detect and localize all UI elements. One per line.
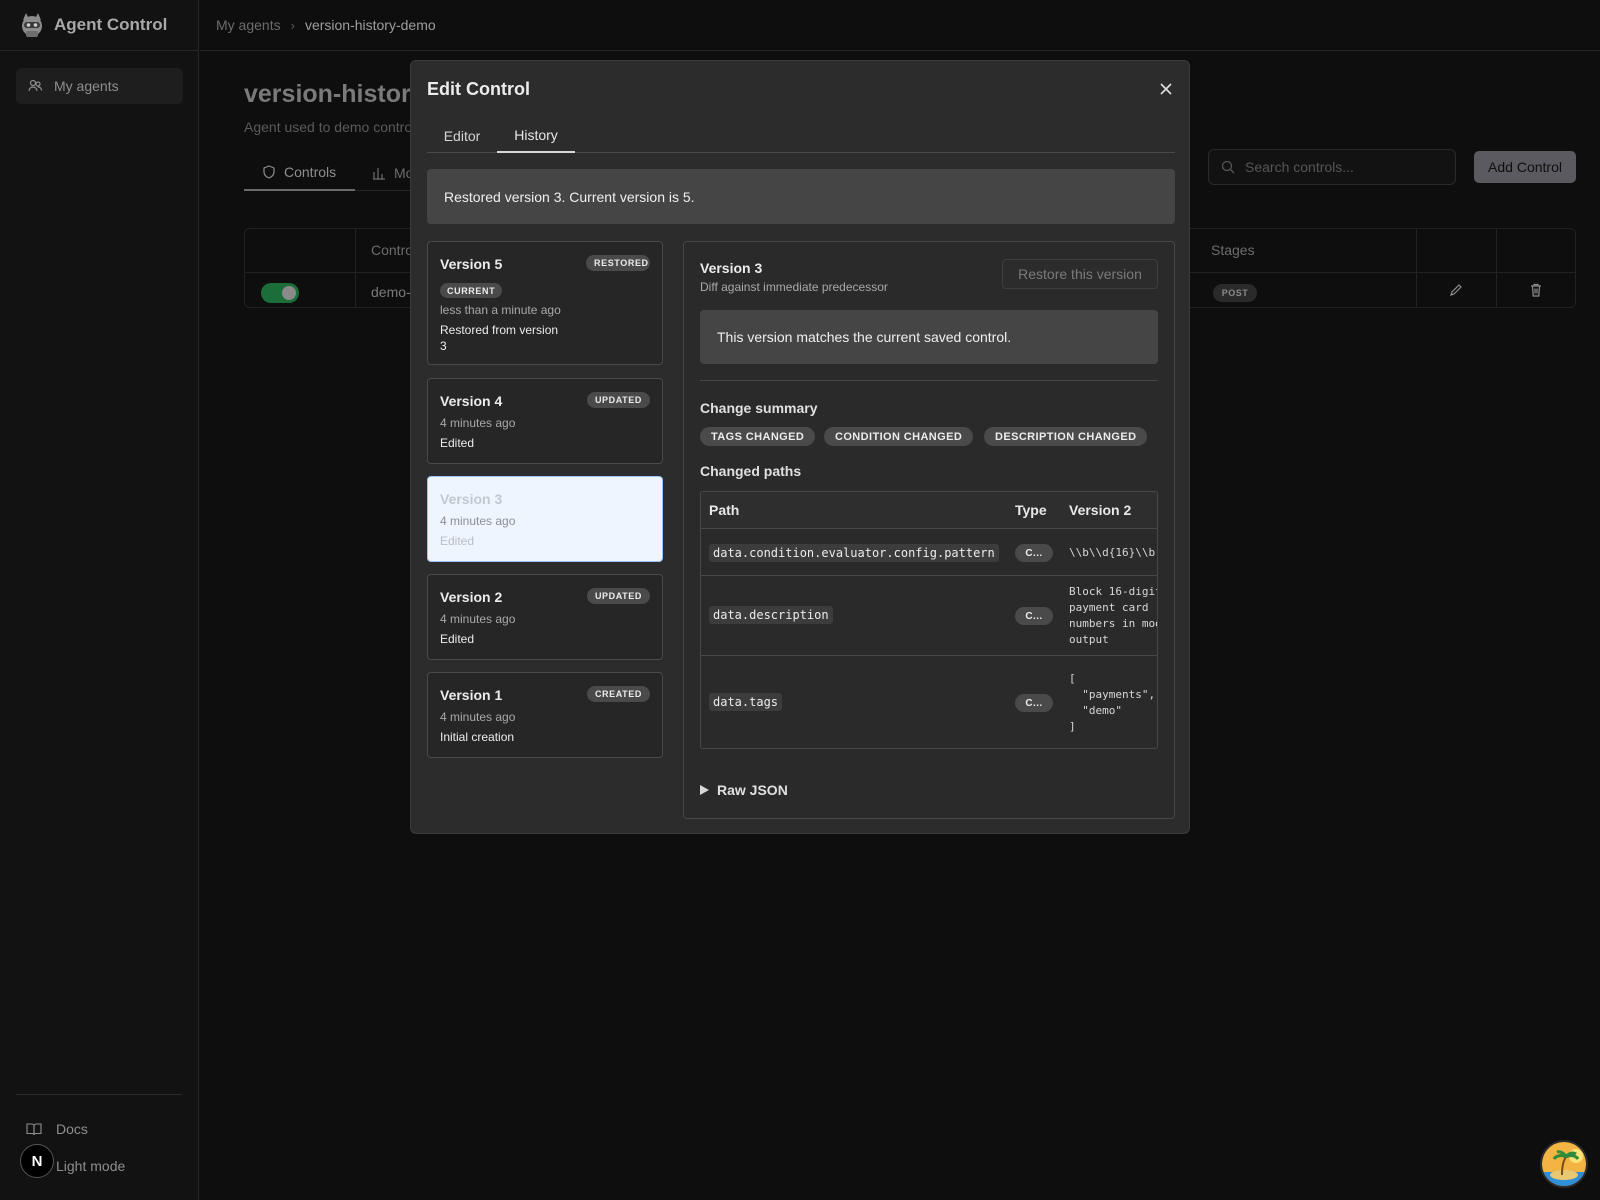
avatar[interactable] (1540, 1140, 1588, 1188)
version-time: 4 minutes ago (440, 612, 516, 626)
tab-history[interactable]: History (497, 119, 575, 153)
restore-alert: Restored version 3. Current version is 5… (427, 169, 1175, 224)
table-row: data.condition.evaluator.config.pattern … (701, 529, 1157, 576)
version-card[interactable]: Version 2 UPDATED 4 minutes ago Edited (427, 574, 663, 660)
version-time: 4 minutes ago (440, 416, 516, 430)
version-title: Version 3 (440, 491, 503, 507)
status-badge: UPDATED (586, 588, 650, 604)
version-card[interactable]: Version 5 RESTORED CURRENT less than a m… (427, 241, 663, 365)
change-chip: TAGS CHANGED (700, 427, 816, 446)
version-title: Version 5 (440, 256, 503, 272)
change-chip: CONDITION CHANGED (824, 427, 974, 446)
version-title: Version 1 (440, 687, 503, 703)
version-title: Version 4 (440, 393, 503, 409)
version-note: Edited (440, 534, 475, 548)
restore-version-button[interactable]: Restore this version (1002, 259, 1158, 289)
current-badge: CURRENT (440, 283, 503, 298)
match-message: This version matches the current saved c… (700, 310, 1158, 364)
divider (700, 380, 1158, 381)
version-title: Version 2 (440, 589, 503, 605)
detail-title: Version 3 (700, 260, 763, 276)
close-icon[interactable] (1157, 80, 1175, 98)
table-row: data.tags C… [ "payments", "demo" ] (701, 656, 1157, 748)
version-card-selected[interactable]: Version 3 4 minutes ago Edited (427, 476, 663, 562)
table-header: Path Type Version 2 (701, 492, 1157, 529)
raw-json-toggle[interactable]: Raw JSON (700, 782, 788, 798)
type-badge: C… (1015, 544, 1053, 562)
version-value: \\b\\d{16}\\b (1069, 546, 1156, 559)
version-time: 4 minutes ago (440, 710, 516, 724)
raw-json-label: Raw JSON (717, 782, 788, 798)
col-path: Path (709, 502, 740, 518)
edit-control-modal: Edit Control Editor History Restored ver… (410, 60, 1190, 834)
version-card[interactable]: Version 4 UPDATED 4 minutes ago Edited (427, 378, 663, 464)
triangle-right-icon (700, 785, 709, 795)
change-summary-label: Change summary (700, 400, 818, 416)
path-value: data.description (709, 606, 833, 624)
changed-paths-table: Path Type Version 2 data.condition.evalu… (700, 491, 1158, 749)
col-type: Type (1015, 502, 1047, 518)
version-note: Initial creation (440, 730, 515, 744)
status-badge: RESTORED (586, 255, 650, 271)
path-value: data.tags (709, 693, 783, 711)
status-badge: UPDATED (586, 392, 650, 408)
version-card[interactable]: Version 1 CREATED 4 minutes ago Initial … (427, 672, 663, 758)
type-badge: C… (1015, 607, 1053, 625)
version-note: Edited (440, 436, 475, 450)
status-badge: CREATED (586, 686, 650, 702)
version-note: Edited (440, 632, 475, 646)
version-time: less than a minute ago (440, 303, 561, 317)
version-value: Block 16-digit payment card numbers in m… (1069, 585, 1158, 646)
table-row: data.description C… Block 16-digit payme… (701, 576, 1157, 656)
detail-subtitle: Diff against immediate predecessor (700, 280, 888, 294)
version-time: 4 minutes ago (440, 514, 516, 528)
version-value: [ "payments", "demo" ] (1069, 672, 1156, 733)
tab-editor[interactable]: Editor (427, 119, 497, 153)
modal-tabs: Editor History (427, 119, 1175, 153)
changed-paths-label: Changed paths (700, 463, 802, 479)
type-badge: C… (1015, 694, 1053, 712)
path-value: data.condition.evaluator.config.pattern (709, 544, 999, 562)
version-note: Restored from version (440, 323, 559, 337)
version-note-cont: 3 (440, 339, 447, 353)
modal-title: Edit Control (427, 79, 530, 99)
change-chip: DESCRIPTION CHANGED (984, 427, 1148, 446)
col-version: Version 2 (1069, 502, 1132, 518)
version-detail-panel: Version 3 Diff against immediate predece… (683, 241, 1175, 819)
